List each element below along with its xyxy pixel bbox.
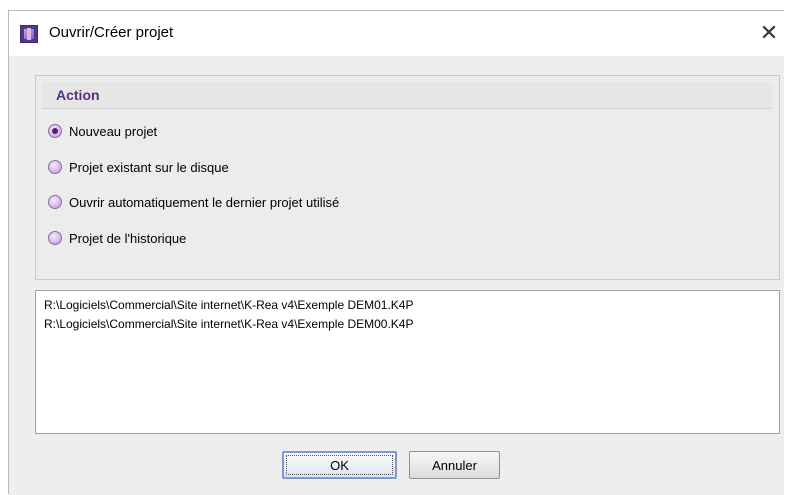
radio-open-last-project[interactable]: Ouvrir automatiquement le dernier projet…: [48, 192, 339, 212]
cancel-button[interactable]: Annuler: [409, 451, 500, 479]
ok-button[interactable]: OK: [282, 451, 397, 479]
dialog-body: Action Nouveau projet Projet existant su…: [9, 56, 784, 495]
radio-label: Projet existant sur le disque: [69, 159, 229, 175]
radio-label: Projet de l'historique: [69, 230, 187, 246]
radio-button[interactable]: [48, 231, 62, 245]
close-button[interactable]: ✕: [756, 19, 782, 47]
radio-new-project[interactable]: Nouveau projet: [48, 121, 157, 141]
history-list[interactable]: R:\Logiciels\Commercial\Site internet\K-…: [35, 290, 780, 434]
cancel-button-label: Annuler: [432, 457, 477, 473]
focus-ring: [286, 455, 393, 475]
action-panel: Action Nouveau projet Projet existant su…: [35, 75, 780, 280]
close-icon: ✕: [759, 20, 779, 45]
radio-existing-project[interactable]: Projet existant sur le disque: [48, 157, 229, 177]
radio-label: Ouvrir automatiquement le dernier projet…: [69, 194, 340, 210]
app-icon: [20, 25, 38, 43]
radio-button-checked[interactable]: [48, 124, 62, 138]
title-bar[interactable]: Ouvrir/Créer projet ✕: [9, 11, 784, 56]
radio-button[interactable]: [48, 160, 62, 174]
window-title: Ouvrir/Créer projet: [49, 24, 174, 41]
action-header: Action: [42, 82, 772, 109]
dialog-window: Ouvrir/Créer projet ✕ Action Nouveau pro…: [8, 10, 784, 495]
list-item[interactable]: R:\Logiciels\Commercial\Site internet\K-…: [44, 296, 779, 315]
action-title: Action: [56, 87, 100, 103]
radio-button[interactable]: [48, 195, 62, 209]
radio-label: Nouveau projet: [69, 123, 158, 139]
radio-history-project[interactable]: Projet de l'historique: [48, 228, 186, 248]
list-item[interactable]: R:\Logiciels\Commercial\Site internet\K-…: [44, 315, 779, 334]
